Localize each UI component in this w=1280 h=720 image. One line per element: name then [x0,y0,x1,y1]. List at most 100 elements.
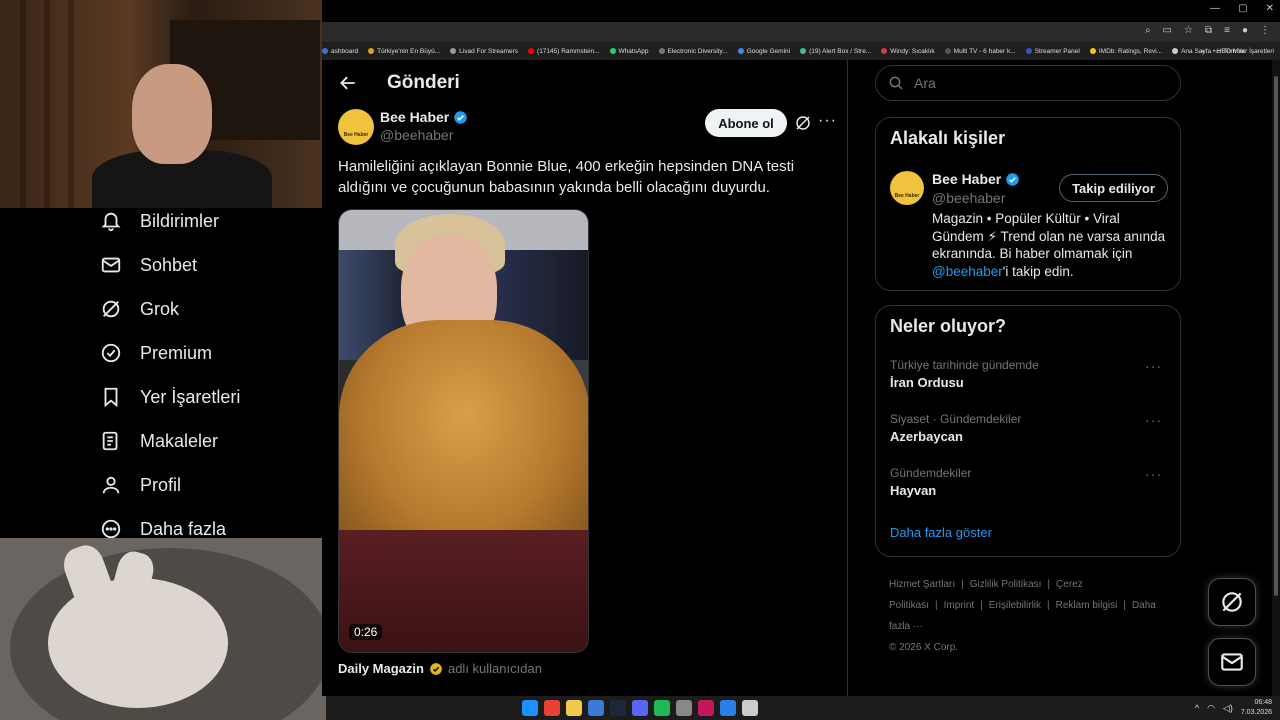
taskbar-app-icon[interactable] [654,700,670,716]
more-options-icon[interactable]: ··· [818,112,837,130]
post-header: Gönderi [322,60,847,106]
footer-link[interactable]: Reklam bilgisi [1056,600,1118,611]
close-icon[interactable]: ✕ [1266,3,1274,14]
wifi-icon[interactable]: ◠ [1207,703,1215,714]
taskbar-app-icon[interactable] [522,700,538,716]
zoom-icon[interactable]: ⌕ [1145,25,1151,36]
cast-icon[interactable]: ▭ [1163,25,1172,36]
related-title: Alakalı kişiler [890,128,1006,148]
bio-mention-link[interactable]: @beehaber [932,264,1003,279]
subscribe-button[interactable]: Abone ol [705,109,787,137]
bookmarks-overflow-icon[interactable]: » [1201,48,1205,55]
footer-separator: | [1047,600,1050,611]
bookmark-item[interactable]: Türkiye'nin En Büyü... [368,48,440,55]
trend-more-icon[interactable]: ··· [1145,412,1162,428]
related-name[interactable]: Bee Haber [932,171,1020,187]
following-button[interactable]: Takip ediliyor [1059,174,1168,202]
bookmark-item[interactable]: Google Gemini [737,48,790,55]
footer-link[interactable]: Imprint [944,600,975,611]
post-text: Hamileliğini açıklayan Bonnie Blue, 400 … [338,158,795,196]
trend-item[interactable]: Türkiye tarihinde gündemde İran Ordusu ·… [890,358,1170,390]
sidebar-item-notifications[interactable]: Bildirimler [100,210,219,232]
article-icon [102,431,118,451]
tray-chevron-icon[interactable]: ^ [1195,703,1199,713]
toolbar-icons: ⌕ ▭ ☆ ⧉ ≡ ● ⋮ [1145,25,1270,36]
bookmark-item[interactable]: WhatsApp [609,48,649,55]
messages-fab-button[interactable] [1208,638,1256,686]
bookmark-item[interactable]: Windy: Sıcaklık [881,48,935,55]
footer-separator: | [1047,579,1051,590]
related-name-text: Bee Haber [932,171,1002,187]
profile-icon[interactable]: ● [1242,25,1248,36]
maximize-icon[interactable]: ▢ [1238,3,1247,14]
taskbar-app-icon[interactable] [676,700,692,716]
bookmark-favicon-icon [1089,48,1096,54]
menu-icon[interactable]: ⋮ [1260,25,1270,36]
search-box[interactable] [875,65,1181,101]
trend-more-icon[interactable]: ··· [1145,358,1162,374]
trend-item[interactable]: Siyaset · Gündemdekiler Azerbaycan ··· [890,412,1170,444]
footer-link[interactable]: Erişilebilirlik [989,600,1041,611]
taskbar-app-icon[interactable] [698,700,714,716]
sidebar-item-label: Profil [140,474,182,495]
sidebar-item-label: Premium [140,342,213,363]
footer-separator: | [961,579,964,590]
page-scrollbar[interactable] [1272,60,1280,696]
footer-separator: | [1123,600,1126,611]
bookmark-favicon-icon [609,48,616,54]
footer-link[interactable]: Gizlilik Politikası [970,579,1042,590]
related-avatar[interactable]: Bee Haber [890,171,924,205]
grok-fab-button[interactable] [1208,578,1256,626]
taskbar-app-icon[interactable] [720,700,736,716]
credit-suffix: adlı kullanıcıdan [447,661,542,676]
taskbar-app-icon[interactable] [588,700,604,716]
author-handle[interactable]: @beehaber [380,127,453,143]
sidebar-item-bookmarks[interactable]: Yer İşaretleri [100,386,240,408]
trend-more-icon[interactable]: ··· [1145,466,1162,482]
tab-search-icon[interactable]: ≡ [1224,25,1230,36]
taskbar-app-icon[interactable] [566,700,582,716]
bookmark-item[interactable]: IMDb: Ratings, Revi... [1089,48,1162,55]
bookmark-item[interactable]: ashboard [322,48,358,55]
taskbar-app-icon[interactable] [742,700,758,716]
bookmark-item[interactable]: Multi TV - 6 haber k... [944,48,1016,55]
taskbar-app-icon[interactable] [632,700,648,716]
post-video[interactable]: 0:26 [338,209,589,653]
bookmark-item[interactable]: Livad For Streamers [450,48,518,55]
footer-link[interactable]: Hizmet Şartları [889,579,955,590]
browser-toolbar: ⌕ ▭ ☆ ⧉ ≡ ● ⋮ [322,22,1280,42]
bookmark-item[interactable]: (19) Alert Box / Stre... [800,48,871,55]
search-input[interactable] [914,75,1164,91]
clock-time: 06:48 [1254,699,1272,706]
sidebar-item-articles[interactable]: Makaleler [100,430,218,452]
star-icon[interactable]: ☆ [1184,25,1193,36]
volume-icon[interactable]: ◁) [1223,703,1233,714]
taskbar-app-icon[interactable] [610,700,626,716]
bookmark-item[interactable]: Streamer Panel [1025,48,1080,55]
verified-icon [1006,172,1020,186]
minimize-icon[interactable]: — [1210,3,1220,14]
extensions-icon[interactable]: ⧉ [1205,25,1212,36]
trend-item[interactable]: Gündemdekiler Hayvan ··· [890,466,1170,498]
taskbar-app-icon[interactable] [544,700,560,716]
sidebar-item-more[interactable]: Daha fazla [100,518,226,540]
trend-meta: Siyaset · Gündemdekiler [890,412,1022,426]
grok-icon [102,300,120,318]
video-credit[interactable]: Daily Magazin adlı kullanıcıdan [338,661,542,676]
author-name[interactable]: Bee Haber [380,109,468,125]
all-bookmarks-folder[interactable]: » ▭ Tüm Yer İşaretleri [1201,47,1274,55]
trend-name: İran Ordusu [890,375,964,390]
clock[interactable]: 06:48 7.03.2026 [1241,698,1272,718]
footer-separator: | [935,600,938,611]
sidebar-item-profile[interactable]: Profil [100,474,181,496]
sidebar-item-chat[interactable]: Sohbet [100,254,197,276]
grok-icon[interactable] [794,114,812,132]
bookmark-item[interactable]: Electronic Diversity... [658,48,728,55]
show-more-link[interactable]: Daha fazla göster [890,525,992,540]
sidebar-item-grok[interactable]: Grok [100,298,179,320]
related-handle[interactable]: @beehaber [932,190,1005,206]
bookmark-item[interactable]: (17145) Rammstein... [528,48,600,55]
author-avatar[interactable]: Bee Haber [338,109,374,145]
sidebar-item-premium[interactable]: Premium [100,342,212,364]
back-arrow-icon[interactable] [338,73,358,93]
